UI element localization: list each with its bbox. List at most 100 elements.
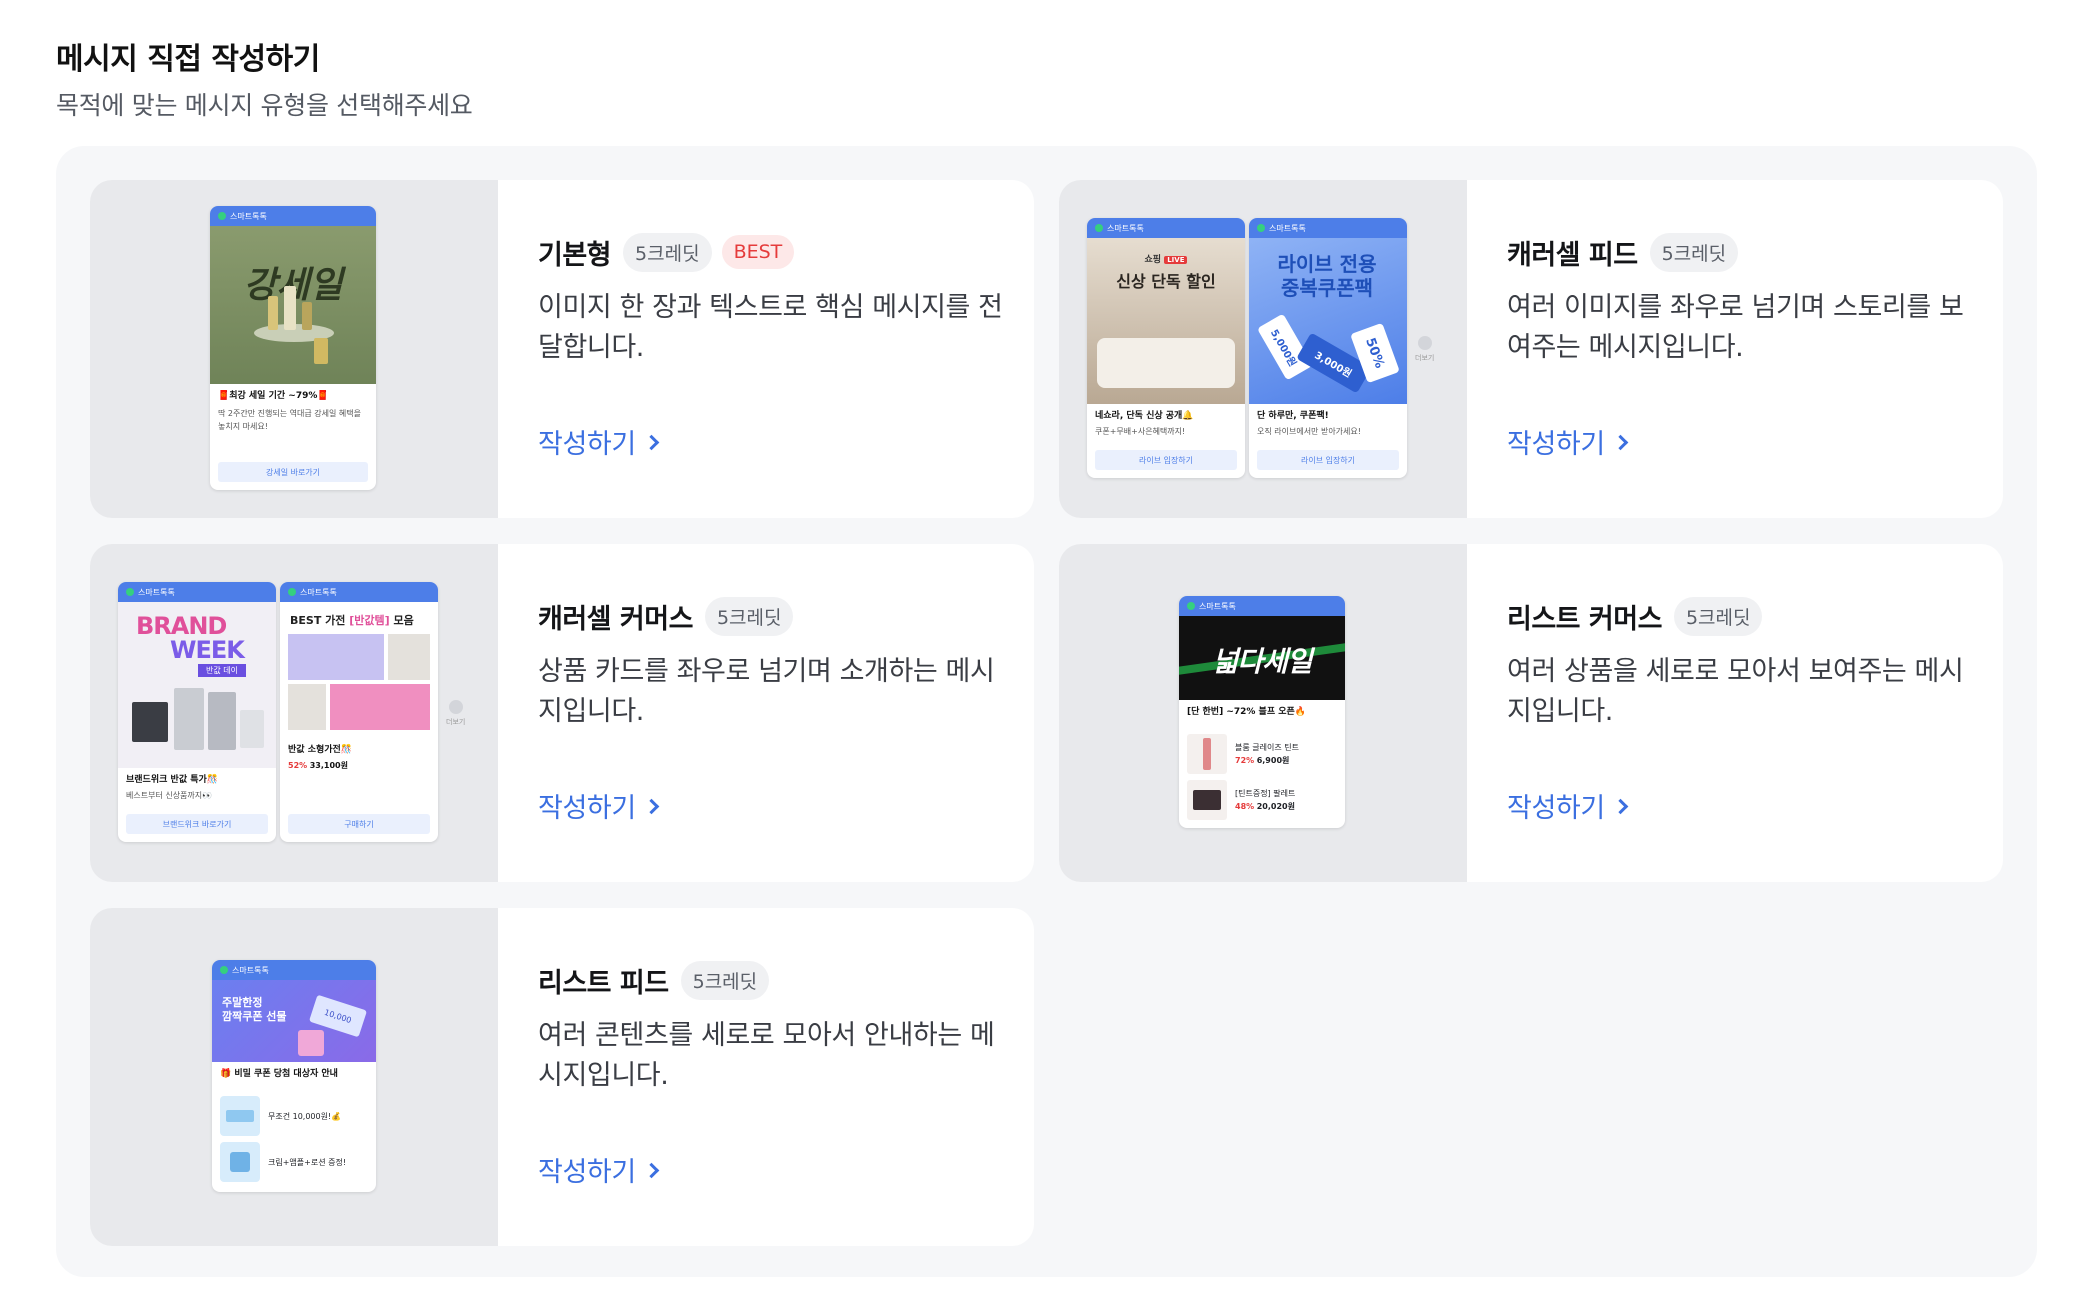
preview-list-feed: 스마트톡톡 주말한정 깜짝쿠폰 선물 10,000 🎁 비밀 쿠폰 당첨 대상자… <box>90 908 498 1246</box>
card-title: 캐러셀 커머스 <box>538 603 693 635</box>
best-badge: BEST <box>721 235 795 269</box>
title-row: 기본형 5크레딧 BEST <box>538 232 1008 272</box>
brand-icon <box>1257 224 1265 232</box>
card-info: 리스트 피드 5크레딧 여러 콘텐츠를 세로로 모아서 안내하는 메시지입니다.… <box>498 908 1034 1246</box>
preview-text: 브랜드위크 반값 특가🎊 베스트부터 신상품까지👀 <box>126 775 218 800</box>
chevron-right-icon <box>1612 434 1629 451</box>
card-title: 리스트 피드 <box>538 967 669 999</box>
credit-badge: 5크레딧 <box>623 232 712 272</box>
preview-header: 스마트톡톡 <box>118 582 276 602</box>
more-indicator: 더보기 <box>1415 336 1434 363</box>
preview-message: 스마트톡톡 넓다세일 [단 한번] ~72% 블프 오픈🔥 블룸 글레이즈 틴트… <box>1179 596 1345 828</box>
preview-header: 스마트톡톡 <box>1087 218 1245 238</box>
card-description: 여러 상품을 세로로 모아서 보여주는 메시지입니다. <box>1507 656 1964 727</box>
preview-slide: 스마트톡톡 쇼핑 LIVE 신상 단독 할인 네쇼라, 단독 신상 공개🔔 쿠폰… <box>1087 218 1245 478</box>
write-button[interactable]: 작성하기 <box>538 1150 660 1189</box>
preview-button: 브랜드위크 바로가기 <box>126 814 268 834</box>
chevron-right-icon <box>448 700 463 714</box>
preview-header: 스마트톡톡 <box>210 206 376 226</box>
product-tile <box>388 634 430 680</box>
preview-header: 스마트톡톡 <box>1179 596 1345 616</box>
brand-icon <box>1187 602 1195 610</box>
preview-carousel-feed: 스마트톡톡 쇼핑 LIVE 신상 단독 할인 네쇼라, 단독 신상 공개🔔 쿠폰… <box>1059 180 1467 518</box>
product-thumb <box>1187 734 1227 774</box>
brand-icon <box>1095 224 1103 232</box>
list-item: 블룸 글레이즈 틴트 72% 6,900원 <box>1187 734 1299 774</box>
preview-text: 🎁 비밀 쿠폰 당첨 대상자 안내 <box>220 1069 338 1079</box>
card-description: 이미지 한 장과 텍스트로 핵심 메시지를 전달합니다. <box>538 292 1003 363</box>
bottle-shape <box>302 302 312 330</box>
preview-text: 반값 소형가전🎊 52% 33,100원 <box>288 745 353 770</box>
credit-badge: 5크레딧 <box>1649 232 1739 272</box>
tv-shape <box>132 702 168 742</box>
preview-button: 구매하기 <box>288 814 430 834</box>
card-list-feed[interactable]: 스마트톡톡 주말한정 깜짝쿠폰 선물 10,000 🎁 비밀 쿠폰 당첨 대상자… <box>90 908 1034 1246</box>
preview-message: 스마트톡톡 강세일 🧧최강 세일 기간 ~79%🧧 딱 2주간만 진행되는 역대… <box>210 206 376 490</box>
card-info: 리스트 커머스 5크레딧 여러 상품을 세로로 모아서 보여주는 메시지입니다.… <box>1467 544 2003 882</box>
preview-image: 넓다세일 <box>1179 616 1345 700</box>
write-button[interactable]: 작성하기 <box>538 422 660 461</box>
list-item: 무조건 10,000원!💰 <box>220 1096 341 1136</box>
image-text: 넓다세일 <box>1212 645 1312 678</box>
title-row: 캐러셀 커머스 5크레딧 <box>538 596 1008 636</box>
chevron-right-icon <box>643 798 660 815</box>
bottle-shape <box>268 296 278 330</box>
preview-carousel-commerce: 스마트톡톡 BRAND WEEK 반값 데이 브랜드위크 반값 특가🎊 베스트부… <box>90 544 498 882</box>
preview-image: 라이브 전용 중복쿠폰팩 5,000원 3,000원 50% <box>1249 238 1407 404</box>
preview-slide: 스마트톡톡 라이브 전용 중복쿠폰팩 5,000원 3,000원 50% 단 하… <box>1249 218 1407 478</box>
message-type-panel: 스마트톡톡 강세일 🧧최강 세일 기간 ~79%🧧 딱 2주간만 진행되는 역대… <box>56 146 2037 1277</box>
gift-box-icon <box>298 1030 324 1056</box>
credit-badge: 5크레딧 <box>680 960 770 1000</box>
image-text: 신상 단독 할인 <box>1116 272 1216 291</box>
brand-icon <box>220 966 228 974</box>
card-description: 상품 카드를 좌우로 넘기며 소개하는 메시지입니다. <box>538 656 995 727</box>
preview-list-commerce: 스마트톡톡 넓다세일 [단 한번] ~72% 블프 오픈🔥 블룸 글레이즈 틴트… <box>1059 544 1467 882</box>
card-basic[interactable]: 스마트톡톡 강세일 🧧최강 세일 기간 ~79%🧧 딱 2주간만 진행되는 역대… <box>90 180 1034 518</box>
more-indicator: 더보기 <box>446 700 465 727</box>
card-carousel-commerce[interactable]: 스마트톡톡 BRAND WEEK 반값 데이 브랜드위크 반값 특가🎊 베스트부… <box>90 544 1034 882</box>
washer-shape <box>240 710 264 748</box>
preview-header: 스마트톡톡 <box>280 582 438 602</box>
page-title: 메시지 직접 작성하기 <box>56 42 320 77</box>
write-button[interactable]: 작성하기 <box>538 786 660 825</box>
preview-header: 스마트톡톡 <box>212 960 376 980</box>
preview-button: 라이브 입장하기 <box>1095 450 1237 470</box>
list-item: [틴트증정] 팔레트 48% 20,020원 <box>1187 780 1295 820</box>
preview-button: 라이브 입장하기 <box>1257 450 1399 470</box>
list-item: 크림+앰플+로션 증정! <box>220 1142 346 1182</box>
write-button[interactable]: 작성하기 <box>1507 786 1629 825</box>
preview-text: 🧧최강 세일 기간 ~79%🧧 딱 2주간만 진행되는 역대급 강세일 혜택을 … <box>218 391 361 431</box>
preview-button: 강세일 바로가기 <box>218 462 368 482</box>
card-description: 여러 콘텐츠를 세로로 모아서 안내하는 메시지입니다. <box>538 1020 995 1091</box>
chevron-right-icon <box>643 434 660 451</box>
credit-badge: 5크레딧 <box>1673 596 1763 636</box>
write-button[interactable]: 작성하기 <box>1507 422 1629 461</box>
brand-icon <box>218 212 226 220</box>
title-row: 캐러셀 피드 5크레딧 <box>1507 232 1977 272</box>
chevron-right-icon <box>1417 336 1432 350</box>
brand-icon <box>126 588 134 596</box>
card-info: 캐러셀 피드 5크레딧 여러 이미지를 좌우로 넘기며 스토리를 보여주는 메시… <box>1467 180 2003 518</box>
preview-image: 강세일 <box>210 226 376 384</box>
product-tile <box>330 684 430 730</box>
fridge-shape <box>208 692 236 750</box>
preview-image: 주말한정 깜짝쿠폰 선물 10,000 <box>212 980 376 1062</box>
product-thumb <box>1187 780 1227 820</box>
card-description: 여러 이미지를 좌우로 넘기며 스토리를 보여주는 메시지입니다. <box>1507 292 1964 363</box>
chevron-right-icon <box>643 1162 660 1179</box>
title-row: 리스트 피드 5크레딧 <box>538 960 1008 1000</box>
preview-text: 단 하루만, 쿠폰팩! 오직 라이브에서만 받아가세요! <box>1257 411 1361 436</box>
bottle-shape <box>284 286 296 330</box>
preview-image: BRAND WEEK 반값 데이 <box>118 602 276 768</box>
card-title: 기본형 <box>538 239 612 271</box>
page-subtitle: 목적에 맞는 메시지 유형을 선택해주세요 <box>56 91 473 120</box>
product-tile <box>288 634 384 680</box>
brand-icon <box>288 588 296 596</box>
bottle-shape <box>314 338 328 364</box>
preview-slide: 스마트톡톡 BEST 가전 [반값템] 모음 반값 소형가전🎊 52% 33,1… <box>280 582 438 842</box>
card-list-commerce[interactable]: 스마트톡톡 넓다세일 [단 한번] ~72% 블프 오픈🔥 블룸 글레이즈 틴트… <box>1059 544 2003 882</box>
card-carousel-feed[interactable]: 스마트톡톡 쇼핑 LIVE 신상 단독 할인 네쇼라, 단독 신상 공개🔔 쿠폰… <box>1059 180 2003 518</box>
preview-slide: 스마트톡톡 BRAND WEEK 반값 데이 브랜드위크 반값 특가🎊 베스트부… <box>118 582 276 842</box>
feed-thumb <box>220 1142 260 1182</box>
title-row: 리스트 커머스 5크레딧 <box>1507 596 1977 636</box>
